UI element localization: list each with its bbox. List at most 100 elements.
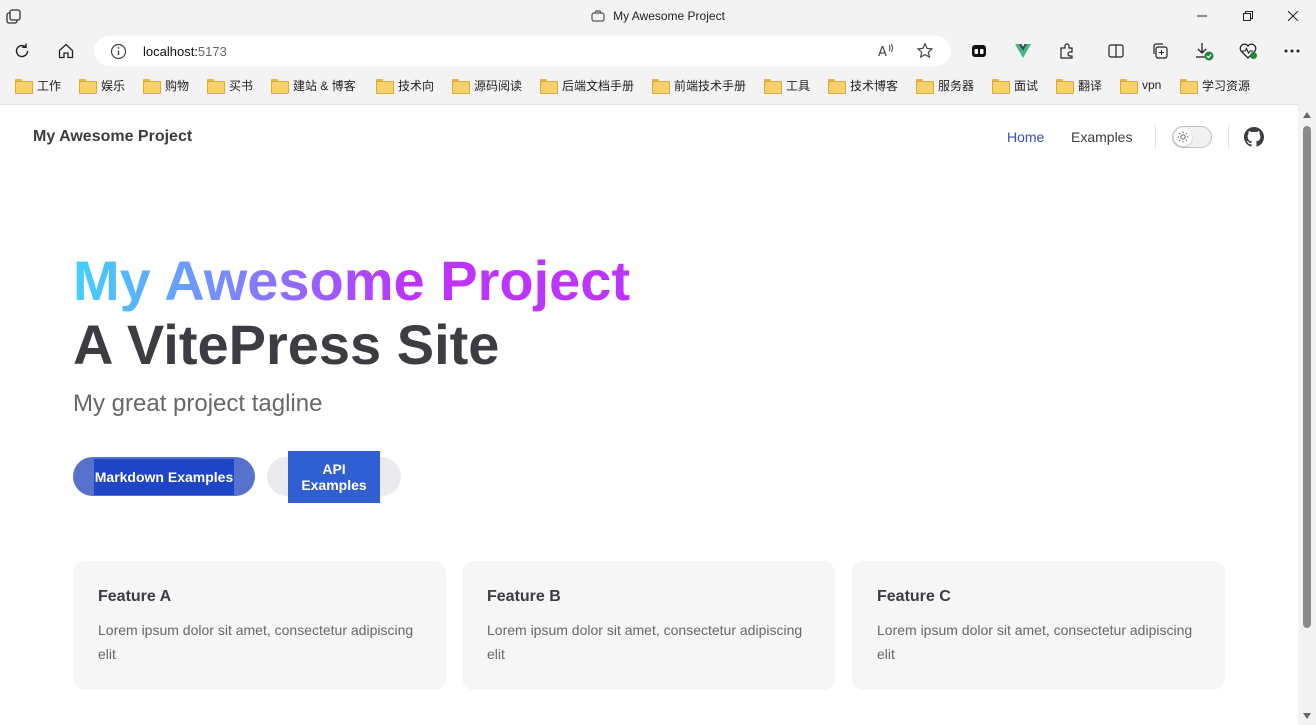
folder-icon [828,78,846,94]
bookmark-label: 技术博客 [850,78,899,93]
window-titlebar: My Awesome Project [0,0,1316,34]
api-examples-button[interactable]: API Examples [267,450,401,503]
folder-icon [540,78,558,94]
bookmark-folder[interactable]: 前端技术手册 [652,77,747,94]
maximize-button[interactable] [1225,0,1271,32]
bookmark-label: 技术向 [398,78,435,93]
feature-card: Feature C Lorem ipsum dolor sit amet, co… [852,561,1225,690]
bookmark-folder[interactable]: vpn [1120,77,1162,94]
minimize-icon [1197,15,1207,17]
feature-details: Lorem ipsum dolor sit amet, consectetur … [98,622,414,662]
page-scrollbar[interactable] [1298,104,1316,725]
scroll-down-arrow[interactable] [1303,713,1311,719]
feature-title: Feature B [487,588,561,605]
address-port: 5173 [197,44,227,59]
bookmark-folder[interactable]: 建站 & 博客 [271,77,356,94]
tab-favicon-icon [591,10,605,22]
bookmark-folder[interactable]: 技术向 [376,77,435,94]
settings-more-button[interactable] [1278,37,1306,65]
folder-icon [271,78,289,94]
folder-icon [207,78,225,94]
bookmark-label: 建站 & 博客 [293,78,356,93]
folder-icon [452,78,470,94]
hero-name: My Awesome Project [73,245,630,317]
nav-divider [1155,125,1156,149]
folder-icon [1120,78,1138,94]
address-text: localhost:5173 [143,44,227,59]
appearance-toggle[interactable] [1172,126,1212,148]
read-aloud-icon[interactable]: A [877,42,895,60]
folder-icon [15,78,33,94]
home-icon [58,43,74,59]
feature-title: Feature A [98,588,172,605]
nav-link-examples[interactable]: Examples [1071,129,1132,145]
bookmark-folder[interactable]: 面试 [992,77,1039,94]
site-title[interactable]: My Awesome Project [33,128,192,146]
bookmark-label: 工作 [37,78,62,93]
feature-details: Lorem ipsum dolor sit amet, consectetur … [877,622,1193,662]
bookmark-label: 翻译 [1078,78,1103,93]
bookmark-label: 服务器 [938,78,975,93]
scroll-up-arrow[interactable] [1303,112,1311,118]
api-examples-label: API Examples [288,450,380,503]
bookmark-folder[interactable]: 技术博客 [828,77,899,94]
extensions-button[interactable] [1053,37,1081,65]
more-dots-icon [1284,49,1300,53]
refresh-icon [15,43,29,58]
split-screen-button[interactable] [1102,37,1130,65]
folder-icon [992,78,1010,94]
refresh-button[interactable] [8,37,36,65]
split-screen-icon [1108,44,1124,58]
extension-button-1[interactable] [965,37,993,65]
bookmark-label: 前端技术手册 [674,78,747,93]
hero-tagline: My great project tagline [73,390,323,417]
bookmark-label: 面试 [1014,78,1039,93]
bookmark-folder[interactable]: 源码阅读 [452,77,522,94]
window-title: My Awesome Project [0,9,1316,23]
folder-icon [143,78,161,94]
favorite-star-icon[interactable] [916,42,934,60]
minimize-button[interactable] [1179,0,1225,32]
download-icon [1196,43,1214,61]
puzzle-icon [1060,43,1073,59]
bookmark-folder[interactable]: 购物 [143,77,190,94]
scrollbar-thumb[interactable] [1303,126,1311,628]
bookmark-label: vpn [1142,78,1162,92]
folder-icon [764,78,782,94]
bookmark-folder[interactable]: 后端文档手册 [540,77,635,94]
bookmark-label: 购物 [165,78,190,93]
toggle-knob [1174,128,1192,146]
site-info-icon[interactable] [110,43,127,60]
folder-icon [916,78,934,94]
extension-app-icon [972,45,986,57]
feature-details: Lorem ipsum dolor sit amet, consectetur … [487,622,803,662]
close-icon [1288,11,1298,21]
bookmark-folder[interactable]: 学习资源 [1180,77,1250,94]
vue-devtools-button[interactable] [1009,37,1037,65]
window-title-text: My Awesome Project [613,9,725,23]
collections-icon [1153,43,1168,59]
folder-icon [1056,78,1074,94]
nav-divider [1228,125,1229,149]
bookmark-folder[interactable]: 工具 [764,77,811,94]
bookmark-folder[interactable]: 买书 [207,77,253,94]
home-button[interactable] [52,37,80,65]
collections-button[interactable] [1146,37,1174,65]
downloads-button[interactable] [1190,37,1218,65]
browser-essentials-button[interactable] [1234,37,1262,65]
address-bar[interactable]: localhost:5173 A [94,36,951,66]
bookmark-folder[interactable]: 娱乐 [79,77,125,94]
bookmark-folder[interactable]: 翻译 [1056,77,1103,94]
bookmark-label: 后端文档手册 [562,78,635,93]
hero-text: A VitePress Site [73,313,500,376]
browser-toolbar: localhost:5173 A [0,34,1316,68]
bookmark-label: 工具 [786,78,811,93]
bookmark-folder[interactable]: 工作 [15,77,62,94]
nav-link-home[interactable]: Home [1007,129,1044,145]
github-icon[interactable] [1244,127,1264,147]
bookmarks-bar: 工作 娱乐 购物 买书 建站 & 博客 技术向 源码阅读 后端文档手册 前端技术… [0,70,1316,100]
close-button[interactable] [1270,0,1316,32]
markdown-examples-button[interactable]: Markdown Examples [73,457,255,496]
bookmark-folder[interactable]: 服务器 [916,77,975,94]
restore-icon [1243,11,1253,21]
